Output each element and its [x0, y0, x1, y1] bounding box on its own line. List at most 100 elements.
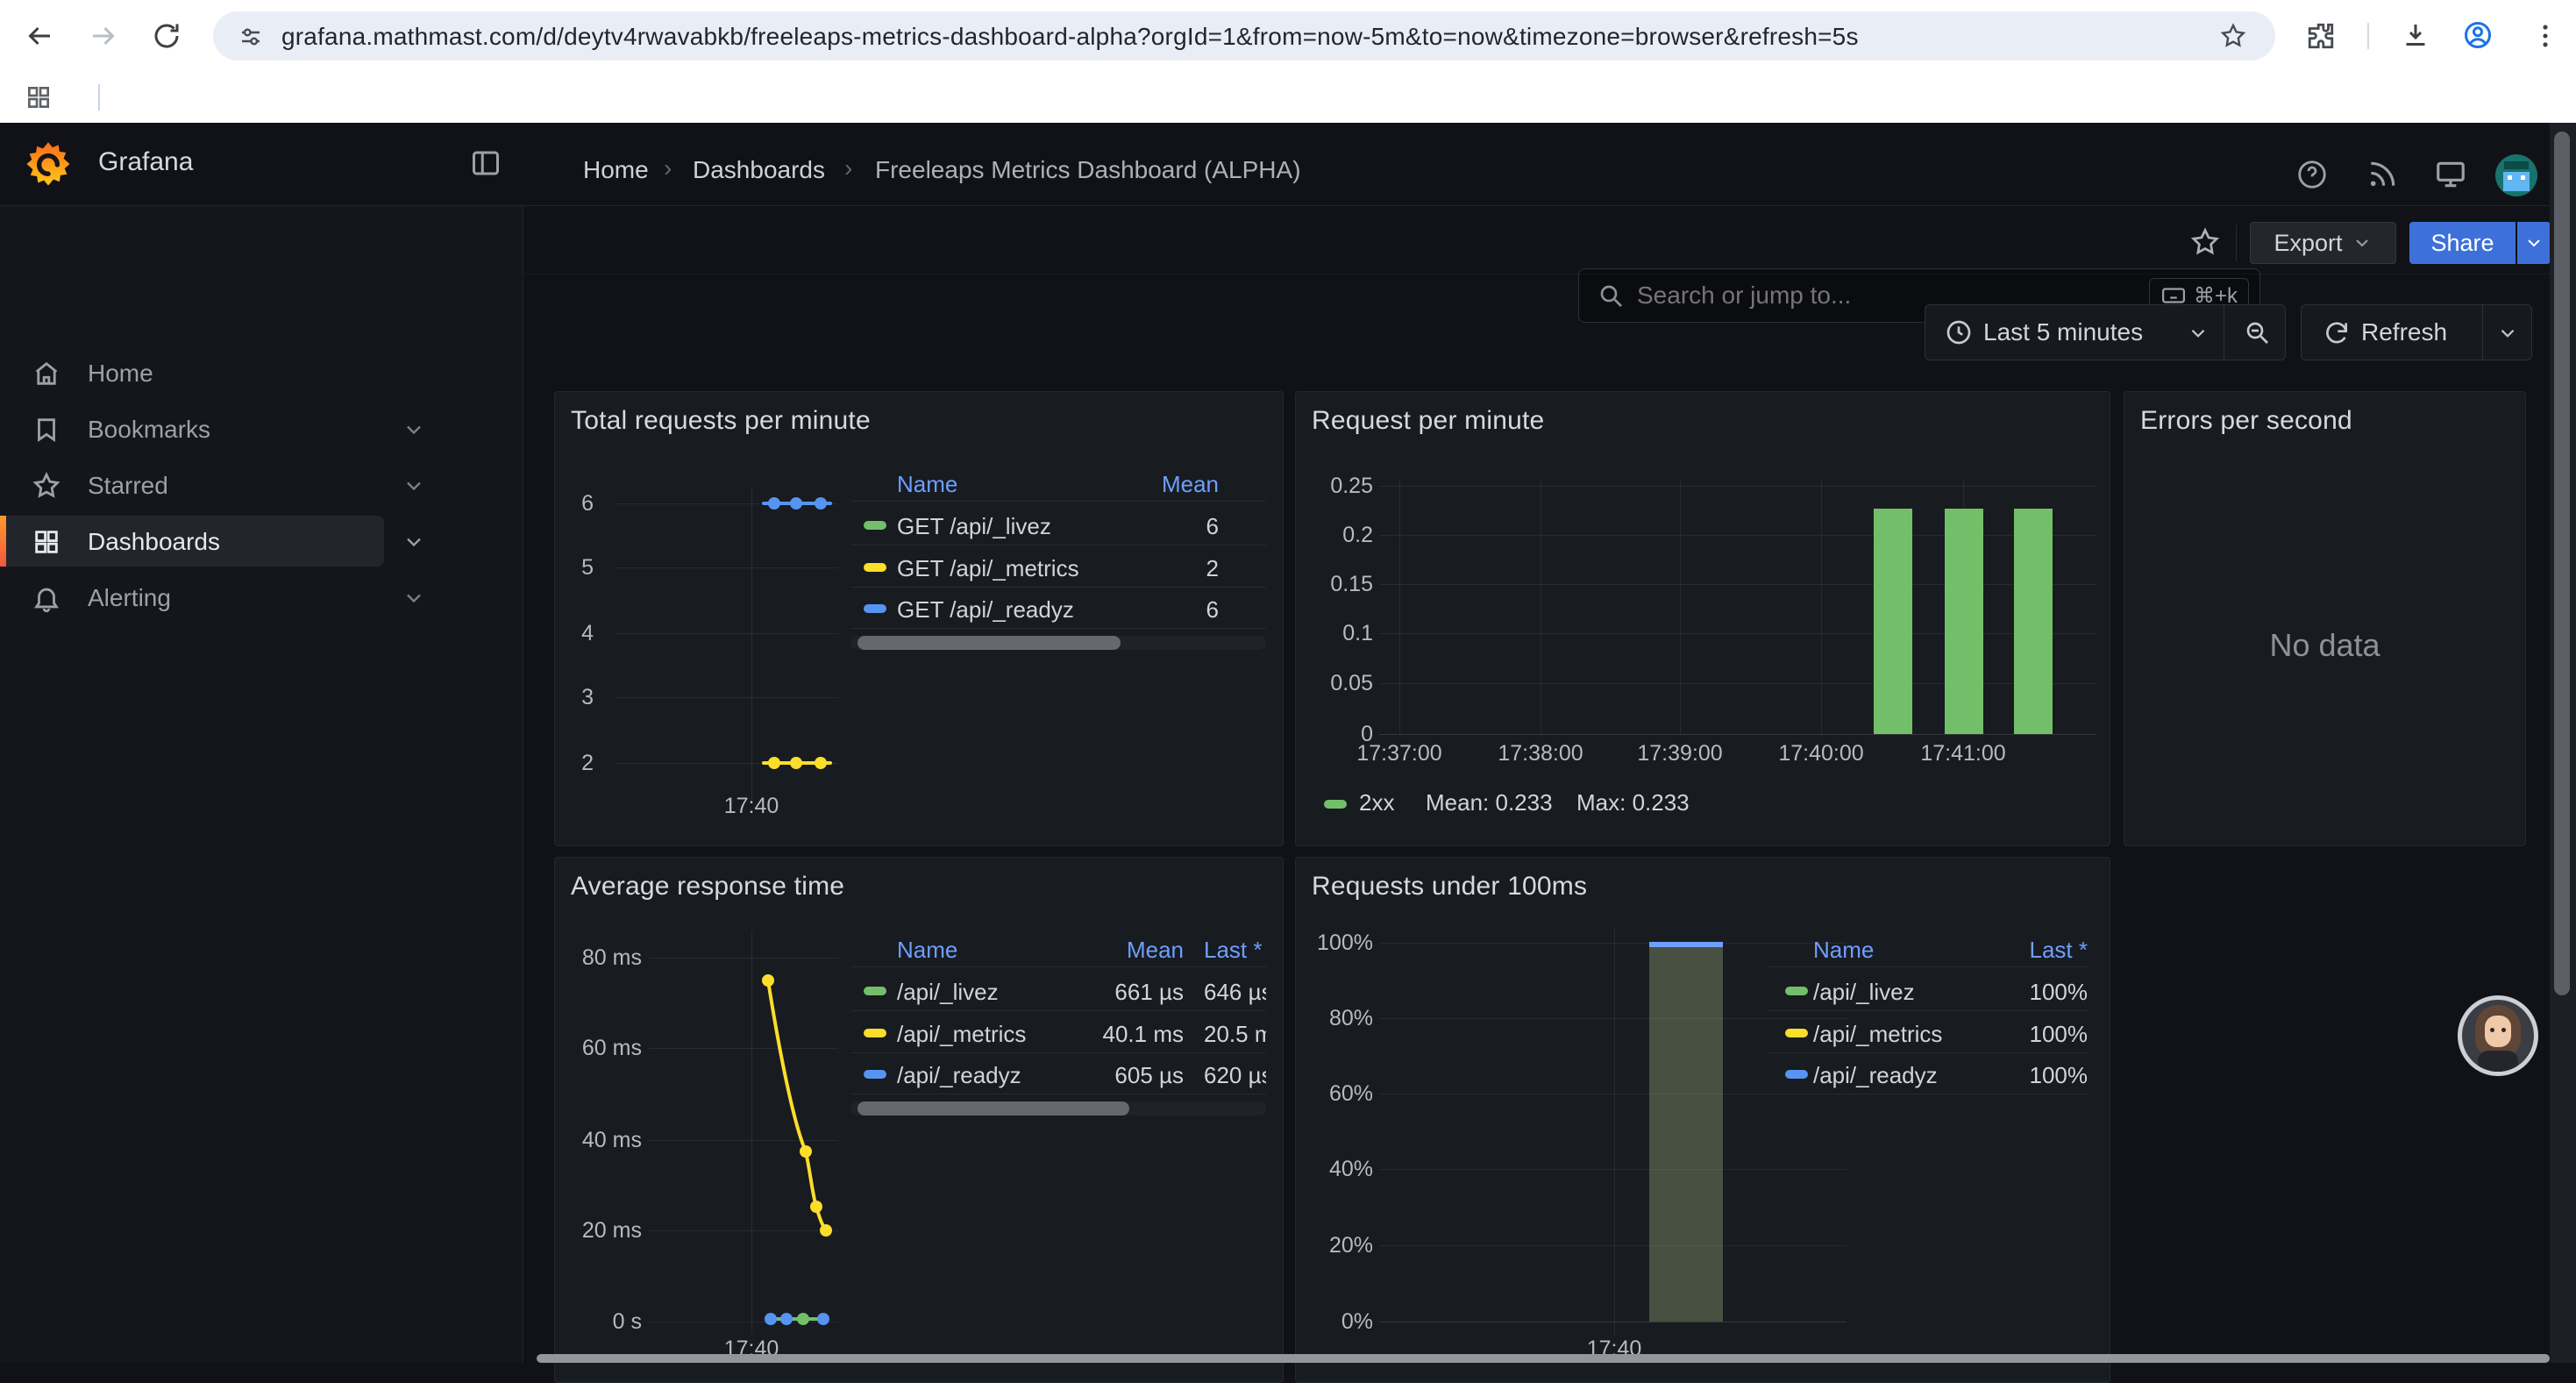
y-tick: 60% — [1306, 1081, 1373, 1107]
series-swatch — [1324, 800, 1347, 809]
series-swatch — [1785, 987, 1808, 995]
news-rss-icon[interactable] — [2366, 158, 2399, 196]
x-tick: 17:39:00 — [1610, 741, 1750, 766]
bar-under-100ms — [1649, 945, 1723, 1322]
refresh-button[interactable]: Refresh — [2301, 304, 2532, 360]
zoom-out-icon[interactable] — [2243, 318, 2271, 351]
breadcrumb-dashboards[interactable]: Dashboards — [693, 156, 825, 184]
legend-series-mean: 6 — [1008, 596, 1219, 624]
chevron-down-icon[interactable] — [402, 530, 426, 559]
apps-grid-icon[interactable] — [25, 83, 53, 116]
bookmark-star-icon[interactable] — [2219, 22, 2247, 54]
legend-header-name[interactable]: Name — [897, 471, 957, 498]
share-menu-button[interactable] — [2517, 222, 2551, 264]
y-tick: 6 — [555, 491, 594, 517]
sidebar-item-home[interactable]: Home — [88, 360, 153, 388]
y-tick: 40% — [1306, 1157, 1373, 1182]
back-icon[interactable] — [24, 20, 55, 56]
sidebar-toggle-icon[interactable] — [470, 147, 502, 183]
legend-series-name[interactable]: /api/_livez — [897, 979, 999, 1006]
help-icon[interactable] — [2295, 158, 2329, 196]
breadcrumb-separator: › — [664, 154, 672, 182]
panel-title[interactable]: Total requests per minute — [571, 406, 871, 436]
legend-series-name[interactable]: 2xx — [1359, 789, 1394, 816]
legend-series-mean: 605 µs — [991, 1062, 1184, 1089]
chevron-down-icon[interactable] — [402, 586, 426, 615]
export-button[interactable]: Export — [2250, 222, 2396, 264]
chevron-down-icon[interactable] — [2496, 322, 2519, 349]
profile-icon[interactable] — [2462, 19, 2494, 55]
legend-header-last[interactable]: Last * — [1912, 937, 2088, 964]
grafana-sidebar: Home Bookmarks Starred Dashboards Alerti… — [0, 123, 523, 1363]
search-icon — [1597, 282, 1625, 314]
grafana-logo[interactable] — [25, 140, 72, 192]
home-icon — [32, 359, 61, 393]
x-tick: 17:41:00 — [1893, 741, 2033, 766]
y-tick: 5 — [555, 555, 594, 581]
legend-scrollbar-thumb[interactable] — [857, 1101, 1129, 1116]
sidebar-item-starred[interactable]: Starred — [88, 472, 168, 500]
time-range-picker[interactable]: Last 5 minutes — [1925, 304, 2286, 360]
browser-toolbar: grafana.mathmast.com/d/deytv4rwavabkb/fr… — [0, 0, 2576, 72]
legend-series-mean: 40.1 ms — [991, 1021, 1184, 1048]
sidebar-item-bookmarks[interactable]: Bookmarks — [88, 416, 210, 444]
share-button[interactable]: Share — [2409, 222, 2516, 264]
sidebar-item-dashboards[interactable]: Dashboards — [88, 528, 220, 556]
favorite-star-icon[interactable] — [2189, 226, 2221, 262]
legend-header-mean[interactable]: Mean — [1008, 471, 1219, 498]
bookmarks-separator — [98, 84, 100, 110]
legend-series-last: 100% — [1912, 979, 2088, 1006]
url-bar[interactable]: grafana.mathmast.com/d/deytv4rwavabkb/fr… — [213, 11, 2275, 61]
y-tick: 100% — [1306, 930, 1373, 956]
alerting-bell-icon — [32, 583, 61, 617]
screen: grafana.mathmast.com/d/deytv4rwavabkb/fr… — [0, 0, 2576, 1363]
sidebar-active-indicator — [0, 516, 6, 567]
chevron-down-icon[interactable] — [402, 417, 426, 446]
url-text[interactable]: grafana.mathmast.com/d/deytv4rwavabkb/fr… — [281, 23, 1859, 51]
monitor-icon[interactable] — [2434, 158, 2467, 196]
toolbar-separator — [2367, 23, 2369, 49]
legend-header-mean[interactable]: Mean — [991, 937, 1184, 964]
y-tick: 0.1 — [1306, 621, 1373, 646]
x-tick: 17:40 — [681, 794, 822, 819]
star-icon — [32, 471, 61, 505]
legend-header-name[interactable]: Name — [1813, 937, 1874, 964]
export-label: Export — [2274, 230, 2342, 257]
panel-title[interactable]: Errors per second — [2140, 406, 2352, 436]
download-icon[interactable] — [2400, 19, 2431, 55]
no-data-message: No data — [2124, 627, 2525, 664]
sidebar-item-alerting[interactable]: Alerting — [88, 584, 171, 612]
breadcrumb-home[interactable]: Home — [583, 156, 649, 184]
legend-scrollbar-thumb[interactable] — [857, 636, 1121, 650]
breadcrumb-separator: › — [844, 154, 852, 182]
y-tick: 0.2 — [1306, 523, 1373, 548]
series-swatch — [864, 987, 886, 995]
extensions-icon[interactable] — [2306, 21, 2336, 55]
bookmarks-bar: Freeleaps 收藏博客 — [0, 72, 2576, 124]
y-tick: 0.05 — [1306, 671, 1373, 696]
browser-menu-icon[interactable] — [2530, 21, 2560, 55]
legend-series-name[interactable]: /api/_livez — [1813, 979, 1915, 1006]
legend-series-last: 620 µs — [1204, 1062, 1266, 1089]
panel-title[interactable]: Requests under 100ms — [1312, 872, 1587, 902]
search-input[interactable] — [1635, 273, 1963, 318]
legend-header-name[interactable]: Name — [897, 937, 957, 964]
legend-series-mean: 2 — [1008, 555, 1219, 582]
site-settings-icon[interactable] — [238, 24, 264, 54]
horizontal-scrollbar-thumb[interactable] — [537, 1354, 2550, 1363]
legend-mean: Mean: 0.233 — [1426, 789, 1553, 816]
dashboards-icon — [32, 527, 61, 561]
user-avatar[interactable] — [2495, 154, 2537, 196]
page-scrollbar-thumb[interactable] — [2554, 132, 2570, 995]
forward-icon[interactable] — [88, 20, 119, 56]
legend-table: Name Mean Last * /api/_livez 661 µs 646 … — [850, 928, 1266, 1134]
y-tick: 0.15 — [1306, 572, 1373, 597]
assistant-avatar[interactable] — [2458, 995, 2538, 1076]
reload-icon[interactable] — [151, 20, 182, 56]
legend-header-last[interactable]: Last * — [1204, 937, 1266, 964]
panel-title[interactable]: Request per minute — [1312, 406, 1544, 436]
bar-2xx — [1874, 509, 1912, 734]
legend-series-last: 100% — [1912, 1021, 2088, 1048]
x-tick: 17:38:00 — [1470, 741, 1611, 766]
chevron-down-icon[interactable] — [402, 474, 426, 503]
